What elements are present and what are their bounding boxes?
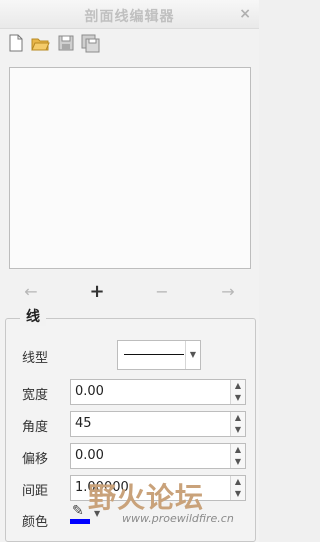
width-input[interactable] [71, 380, 225, 402]
chevron-down-icon[interactable]: ▼ [185, 341, 200, 369]
spacing-spinner: ▲▼ [70, 475, 246, 501]
angle-input[interactable] [71, 412, 225, 434]
add-line-button[interactable]: + [87, 282, 107, 302]
close-button[interactable]: × [239, 6, 251, 22]
color-swatch [70, 519, 90, 524]
linetype-dropdown[interactable]: ▼ [117, 340, 201, 370]
prev-line-button[interactable]: ← [21, 282, 41, 302]
offset-input[interactable] [71, 444, 225, 466]
linetype-label: 线型 [22, 351, 49, 366]
open-folder-icon[interactable] [30, 33, 50, 53]
angle-spinner: ▲▼ [70, 411, 246, 437]
title-bar: 剖面线编辑器 × [0, 0, 259, 29]
next-line-button[interactable]: → [218, 282, 238, 302]
width-label: 宽度 [22, 388, 49, 403]
window-title: 剖面线编辑器 [84, 9, 175, 25]
linetype-sample [124, 354, 184, 355]
width-spinner: ▲▼ [70, 379, 246, 405]
offset-label: 偏移 [22, 452, 49, 467]
save-as-icon[interactable] [80, 33, 100, 53]
remove-line-button[interactable]: − [152, 282, 172, 302]
pencil-icon: ✎ [72, 503, 84, 519]
width-stepper[interactable]: ▲ ▼ [230, 380, 245, 404]
chevron-down-icon[interactable]: ▼ [94, 509, 100, 518]
group-title: 线 [20, 306, 46, 326]
angle-label: 角度 [22, 420, 49, 435]
color-label: 颜色 [22, 515, 49, 530]
spacing-stepper[interactable]: ▲ ▼ [230, 476, 245, 500]
color-picker-button[interactable]: ✎ ▼ [70, 503, 106, 527]
new-file-icon[interactable] [6, 33, 26, 53]
hatch-editor-window: 剖面线编辑器 × ← + − → 线 线型 ▼ 宽度 ▲▼ 角度 ▲ [0, 0, 259, 542]
offset-spinner: ▲▼ [70, 443, 246, 469]
hatch-preview [9, 67, 251, 269]
save-icon[interactable] [56, 33, 76, 53]
hatch-line-nav: ← + − → [0, 282, 259, 302]
angle-stepper[interactable]: ▲ ▼ [230, 412, 245, 436]
spacing-input[interactable] [71, 476, 225, 498]
offset-stepper[interactable]: ▲ ▼ [230, 444, 245, 468]
spacing-label: 间距 [22, 484, 49, 499]
